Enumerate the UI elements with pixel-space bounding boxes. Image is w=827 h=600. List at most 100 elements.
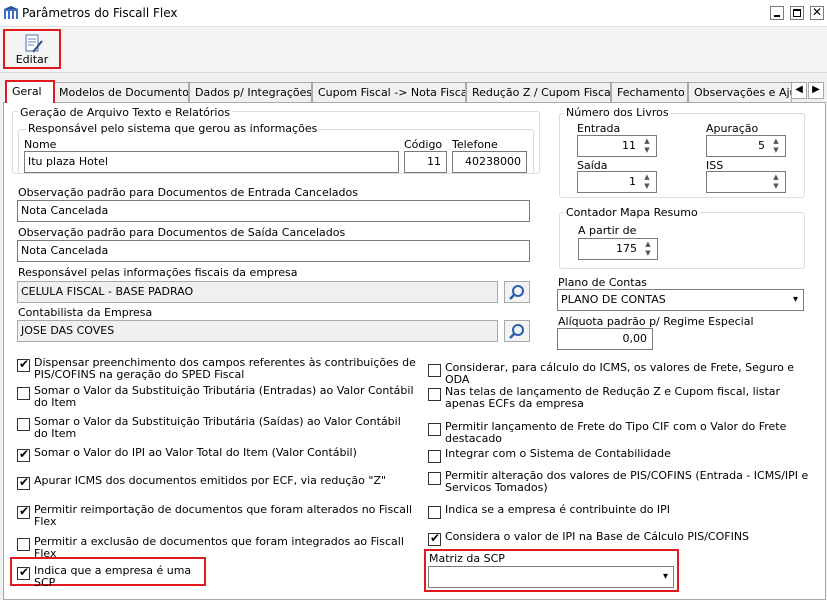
checkbox-box[interactable] — [428, 423, 441, 436]
checkbox-ipi-base-pis-cofins[interactable]: Considera o valor de IPI na Base de Cálc… — [428, 531, 818, 546]
checkbox-box[interactable] — [17, 357, 30, 372]
iss-spinner[interactable]: ▲ ▼ — [706, 171, 786, 193]
checkbox-label: Considerar, para cálculo do ICMS, os val… — [445, 361, 795, 386]
checkbox-box[interactable] — [428, 472, 441, 485]
codigo-field[interactable]: 11 — [404, 151, 447, 173]
saida-spinner[interactable]: 1 ▲ ▼ — [577, 171, 657, 193]
checkbox-label: Permitir lançamento de Frete do Tipo CIF… — [445, 420, 787, 445]
telefone-label: Telefone — [452, 138, 498, 151]
apuracao-spinner[interactable]: 5 ▲ ▼ — [706, 135, 786, 157]
tab-modelos-documento[interactable]: Modelos de Documento — [53, 82, 189, 102]
plano-contas-label: Plano de Contas — [558, 276, 648, 289]
checkbox-label: Dispensar preenchimento dos campos refer… — [34, 356, 416, 381]
checkbox-box[interactable] — [17, 475, 30, 490]
checkbox-listar-ecfs[interactable]: Nas telas de lançamento de Redução Z e C… — [428, 386, 818, 410]
edit-button[interactable]: Editar — [3, 29, 61, 69]
resp-fiscal-field: CELULA FISCAL - BASE PADRAO — [17, 281, 498, 303]
apartir-spinner[interactable]: 175 ▲ ▼ — [578, 238, 658, 260]
chevron-down-icon: ▾ — [662, 571, 668, 582]
minimize-button[interactable] — [770, 6, 784, 20]
checkbox-box[interactable] — [17, 504, 30, 519]
tab-cupom-nota-fiscal[interactable]: Cupom Fiscal -> Nota Fiscal — [312, 82, 466, 102]
app-icon — [4, 6, 18, 19]
apartir-label: A partir de — [578, 224, 637, 237]
obs-entrada-field[interactable]: Nota Cancelada — [17, 200, 530, 222]
checkbox-contribuinte-ipi[interactable]: Indica se a empresa é contribuinte do IP… — [428, 504, 818, 519]
aliquota-field[interactable]: 0,00 — [557, 328, 653, 350]
checkbox-box[interactable] — [17, 447, 30, 462]
checkbox-label: Nas telas de lançamento de Redução Z e C… — [445, 385, 781, 410]
apartir-value: 175 — [616, 242, 637, 255]
matriz-scp-select[interactable]: ▾ — [428, 566, 674, 588]
tab-observacoes[interactable]: Observações e Ajus — [688, 82, 792, 102]
checkbox-box[interactable] — [428, 531, 441, 546]
tab-reducao-z[interactable]: Redução Z / Cupom Fiscal — [466, 82, 611, 102]
checkbox-alterar-pis-cofins[interactable]: Permitir alteração dos valores de PIS/CO… — [428, 470, 818, 494]
plano-contas-value: PLANO DE CONTAS — [561, 293, 666, 306]
contabilista-field: JOSE DAS COVES — [17, 320, 498, 342]
apuracao-value: 5 — [758, 139, 765, 152]
checkbox-label: Permitir alteração dos valores de PIS/CO… — [445, 469, 809, 494]
contabilista-search-button[interactable] — [504, 320, 530, 342]
tab-scroll-right-button[interactable]: ▶ — [808, 82, 824, 99]
obs-entrada-label: Observação padrão para Documentos de Ent… — [18, 186, 358, 199]
checkbox-box[interactable] — [428, 506, 441, 519]
nome-field[interactable]: Itu plaza Hotel — [24, 151, 399, 173]
spinner-arrows-icon[interactable]: ▲ ▼ — [640, 240, 656, 258]
checkbox-box[interactable] — [17, 565, 30, 580]
aliquota-label: Alíquota padrão p/ Regime Especial — [558, 315, 754, 328]
checkbox-dispensar-pis-cofins[interactable]: Dispensar preenchimento dos campos refer… — [17, 357, 417, 381]
checkbox-permitir-reimportacao[interactable]: Permitir reimportação de documentos que … — [17, 504, 417, 528]
entrada-label: Entrada — [577, 122, 621, 135]
checkbox-empresa-scp[interactable]: Indica que a empresa é uma SCP — [17, 565, 203, 589]
plano-contas-select[interactable]: PLANO DE CONTAS ▾ — [557, 289, 804, 311]
obs-saida-field[interactable]: Nota Cancelada — [17, 240, 530, 262]
obs-saida-label: Observação padrão para Documentos de Saí… — [18, 226, 346, 239]
checkbox-label: Apurar ICMS dos documentos emitidos por … — [34, 474, 387, 487]
toolbar: Editar — [0, 27, 827, 73]
resp-fiscal-label: Responsável pelas informações fiscais da… — [18, 266, 298, 279]
checkbox-st-entradas[interactable]: Somar o Valor da Substituição Tributária… — [17, 385, 417, 409]
close-button[interactable]: ✕ — [810, 6, 824, 20]
checkbox-label: Indica que a empresa é uma SCP — [34, 564, 192, 589]
chevron-right-icon: ▶ — [812, 84, 820, 95]
matriz-scp-label: Matriz da SCP — [429, 552, 505, 565]
checkbox-box[interactable] — [17, 387, 30, 400]
checkbox-label: Integrar com o Sistema de Contabilidade — [445, 447, 671, 460]
title-bar: Parâmetros do Fiscall Flex ✕ — [0, 0, 827, 27]
checkbox-box[interactable] — [428, 364, 441, 377]
close-icon: ✕ — [811, 5, 823, 19]
checkbox-box[interactable] — [17, 418, 30, 431]
spinner-arrows-icon[interactable]: ▲ ▼ — [639, 173, 655, 191]
entrada-value: 11 — [622, 139, 636, 152]
checkbox-box[interactable] — [428, 388, 441, 401]
checkbox-box[interactable] — [17, 538, 30, 551]
entrada-spinner[interactable]: 11 ▲ ▼ — [577, 135, 657, 157]
maximize-icon — [793, 9, 801, 17]
spinner-arrows-icon[interactable]: ▲ ▼ — [768, 173, 784, 191]
resp-fiscal-search-button[interactable] — [504, 281, 530, 303]
apuracao-label: Apuração — [706, 122, 759, 135]
checkbox-integrar-contabilidade[interactable]: Integrar com o Sistema de Contabilidade — [428, 448, 818, 463]
telefone-field[interactable]: 40238000 — [452, 151, 527, 173]
checkbox-considerar-frete[interactable]: Considerar, para cálculo do ICMS, os val… — [428, 362, 818, 386]
edit-label: Editar — [15, 53, 49, 66]
checkbox-somar-ipi[interactable]: Somar o Valor do IPI ao Valor Total do I… — [17, 447, 417, 462]
chevron-left-icon: ◀ — [795, 84, 803, 95]
checkbox-label: Considera o valor de IPI na Base de Cálc… — [445, 530, 750, 543]
window-title: Parâmetros do Fiscall Flex — [22, 6, 178, 20]
search-icon — [509, 324, 524, 339]
spinner-arrows-icon[interactable]: ▲ ▼ — [768, 137, 784, 155]
checkbox-st-saidas[interactable]: Somar o Valor da Substituição Tributária… — [17, 416, 417, 440]
tab-geral[interactable]: Geral — [5, 80, 55, 103]
checkbox-apurar-icms-ecf[interactable]: Apurar ICMS dos documentos emitidos por … — [17, 475, 417, 490]
mapa-resumo-legend: Contador Mapa Resumo — [564, 206, 700, 219]
tab-fechamento[interactable]: Fechamento — [611, 82, 688, 102]
tab-scroll-left-button[interactable]: ◀ — [791, 82, 807, 99]
maximize-button[interactable] — [790, 6, 804, 20]
checkbox-frete-cif[interactable]: Permitir lançamento de Frete do Tipo CIF… — [428, 421, 818, 445]
checkbox-label: Somar o Valor da Substituição Tributária… — [34, 415, 401, 440]
checkbox-box[interactable] — [428, 450, 441, 463]
spinner-arrows-icon[interactable]: ▲ ▼ — [639, 137, 655, 155]
tab-dados-integracoes[interactable]: Dados p/ Integrações — [189, 82, 312, 102]
